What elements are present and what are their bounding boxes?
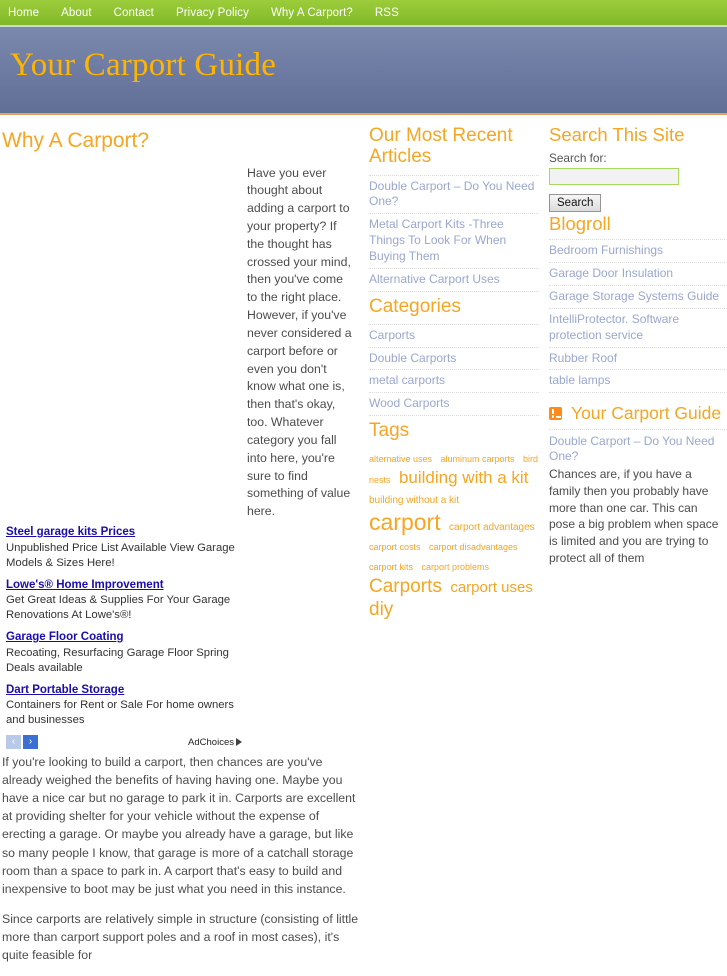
rss-feed-heading: Your Carport Guide xyxy=(549,403,725,424)
tag-cloud: alternative uses aluminum carports bird … xyxy=(369,448,539,621)
ad-title-link[interactable]: Lowe's® Home Improvement xyxy=(6,578,242,593)
search-button[interactable]: Search xyxy=(549,193,602,212)
blogroll-link[interactable]: table lamps xyxy=(549,373,725,389)
categories-heading: Categories xyxy=(369,295,461,317)
categories-list: Carports Double Carports metal carports … xyxy=(369,323,539,417)
tag-link[interactable]: aluminum carports xyxy=(441,454,515,464)
divider xyxy=(549,428,725,430)
rss-icon[interactable] xyxy=(549,407,562,421)
ad-footer: ‹ › AdChoices xyxy=(6,735,242,750)
blogroll-link[interactable]: IntelliProtector. Software protection se… xyxy=(549,312,725,344)
list-item[interactable]: metal carports xyxy=(369,370,539,394)
tag-link[interactable]: carport advantages xyxy=(449,522,535,533)
recent-article-link[interactable]: Alternative Carport Uses xyxy=(369,272,539,288)
list-item[interactable]: Double Carports xyxy=(369,348,539,371)
ad-title-link[interactable]: Dart Portable Storage xyxy=(6,683,242,698)
top-navigation-bar: Home About Contact Privacy Policy Why A … xyxy=(0,0,727,27)
adchoices-label: AdChoices xyxy=(188,736,234,748)
ad-description: Containers for Rent or Sale For home own… xyxy=(6,699,234,727)
adchoices-triangle-icon xyxy=(236,738,242,747)
tags-heading: Tags xyxy=(369,420,410,442)
category-link[interactable]: Double Carports xyxy=(369,351,539,367)
recent-articles-list: Double Carport – Do You Need One? Metal … xyxy=(369,174,539,292)
rss-entry-excerpt: Chances are, if you have a family then y… xyxy=(549,467,719,566)
list-item[interactable]: IntelliProtector. Software protection se… xyxy=(549,309,725,348)
nav-item-home[interactable]: Home xyxy=(8,7,39,19)
tag-link[interactable]: carport costs xyxy=(369,542,421,552)
article-paragraph: If you're looking to build a carport, th… xyxy=(2,755,356,896)
blogroll-link[interactable]: Rubber Roof xyxy=(549,351,725,367)
search-heading: Search This Site xyxy=(549,124,685,145)
tag-link[interactable]: carport kits xyxy=(369,562,413,572)
tag-link[interactable]: carport problems xyxy=(421,562,489,572)
tag-link[interactable]: carport disadvantages xyxy=(429,542,518,552)
nav-item-about[interactable]: About xyxy=(61,7,92,19)
ad-item[interactable]: Steel garage kits Prices Unpublished Pri… xyxy=(6,525,242,571)
tag-link[interactable]: diy xyxy=(369,599,393,620)
category-link[interactable]: metal carports xyxy=(369,373,539,389)
tag-link[interactable]: carport xyxy=(369,509,441,535)
blogroll-link[interactable]: Garage Storage Systems Guide xyxy=(549,289,725,305)
adchoices-control[interactable]: AdChoices xyxy=(188,737,242,748)
list-item[interactable]: Garage Door Insulation xyxy=(549,263,725,287)
nav-item-why-a-carport[interactable]: Why A Carport? xyxy=(271,7,353,19)
site-title[interactable]: Your Carport Guide xyxy=(10,47,276,84)
recent-article-link[interactable]: Metal Carport Kits -Three Things To Look… xyxy=(369,217,539,264)
list-item[interactable]: Metal Carport Kits -Three Things To Look… xyxy=(369,214,539,269)
list-item[interactable]: table lamps xyxy=(549,370,725,394)
blogroll-link[interactable]: Bedroom Furnishings xyxy=(549,243,725,259)
search-input[interactable] xyxy=(549,167,679,185)
tag-link[interactable]: alternative uses xyxy=(369,454,432,464)
ad-prev-arrow-icon[interactable]: ‹ xyxy=(6,735,21,750)
rss-feed-title[interactable]: Your Carport Guide xyxy=(571,403,721,423)
list-item[interactable]: Bedroom Furnishings xyxy=(549,240,725,264)
ad-item[interactable]: Dart Portable Storage Containers for Ren… xyxy=(6,683,242,729)
article-body: If you're looking to build a carport, th… xyxy=(2,753,359,964)
page-content: Why A Carport? Have you ever thought abo… xyxy=(0,115,727,976)
list-item[interactable]: Carports xyxy=(369,325,539,348)
page-title: Why A Carport? xyxy=(2,129,150,152)
intro-paragraph: Have you ever thought about adding a car… xyxy=(247,165,352,519)
category-link[interactable]: Carports xyxy=(369,328,539,344)
list-item[interactable]: Garage Storage Systems Guide xyxy=(549,286,725,309)
right-sidebar-column: Search This Site Search for: Search Blog… xyxy=(547,123,727,976)
tag-link[interactable]: Carports xyxy=(369,576,442,597)
ad-item[interactable]: Garage Floor Coating Recoating, Resurfac… xyxy=(6,630,242,676)
blogroll-heading: Blogroll xyxy=(549,212,611,234)
list-item[interactable]: Wood Carports xyxy=(369,393,539,417)
nav-item-contact[interactable]: Contact xyxy=(114,7,154,19)
ad-item[interactable]: Lowe's® Home Improvement Get Great Ideas… xyxy=(6,578,242,624)
ad-description: Unpublished Price List Available View Ga… xyxy=(6,541,235,569)
blogroll-link[interactable]: Garage Door Insulation xyxy=(549,266,725,282)
rss-entry-link[interactable]: Double Carport – Do You Need One? xyxy=(549,434,725,465)
advertisement-block: Steel garage kits Prices Unpublished Pri… xyxy=(6,525,242,750)
tag-link[interactable]: carport uses xyxy=(450,579,533,596)
ad-title-link[interactable]: Steel garage kits Prices xyxy=(6,525,242,540)
nav-item-rss[interactable]: RSS xyxy=(375,7,399,19)
list-item[interactable]: Alternative Carport Uses xyxy=(369,269,539,292)
search-label: Search for: xyxy=(549,150,607,165)
tag-link[interactable]: building without a kit xyxy=(369,495,459,506)
list-item[interactable]: Rubber Roof xyxy=(549,348,725,371)
ad-description: Get Great Ideas & Supplies For Your Gara… xyxy=(6,594,231,622)
category-link[interactable]: Wood Carports xyxy=(369,396,539,412)
tag-link[interactable]: building with a kit xyxy=(399,468,528,487)
main-content-column: Why A Carport? Have you ever thought abo… xyxy=(0,123,365,976)
list-item[interactable]: Double Carport – Do You Need One? xyxy=(369,176,539,215)
ad-next-arrow-icon[interactable]: › xyxy=(23,735,38,750)
middle-sidebar-column: Our Most Recent Articles Double Carport … xyxy=(365,123,547,976)
nav-item-privacy-policy[interactable]: Privacy Policy xyxy=(176,7,249,19)
ad-pager: ‹ › xyxy=(6,735,38,750)
ad-title-link[interactable]: Garage Floor Coating xyxy=(6,630,242,645)
article-paragraph: Since carports are relatively simple in … xyxy=(2,911,359,962)
recent-article-link[interactable]: Double Carport – Do You Need One? xyxy=(369,179,539,211)
site-header-banner: Your Carport Guide xyxy=(0,27,727,115)
ad-description: Recoating, Resurfacing Garage Floor Spri… xyxy=(6,646,229,674)
recent-articles-heading: Our Most Recent Articles xyxy=(369,125,513,168)
blogroll-list: Bedroom Furnishings Garage Door Insulati… xyxy=(549,239,725,394)
